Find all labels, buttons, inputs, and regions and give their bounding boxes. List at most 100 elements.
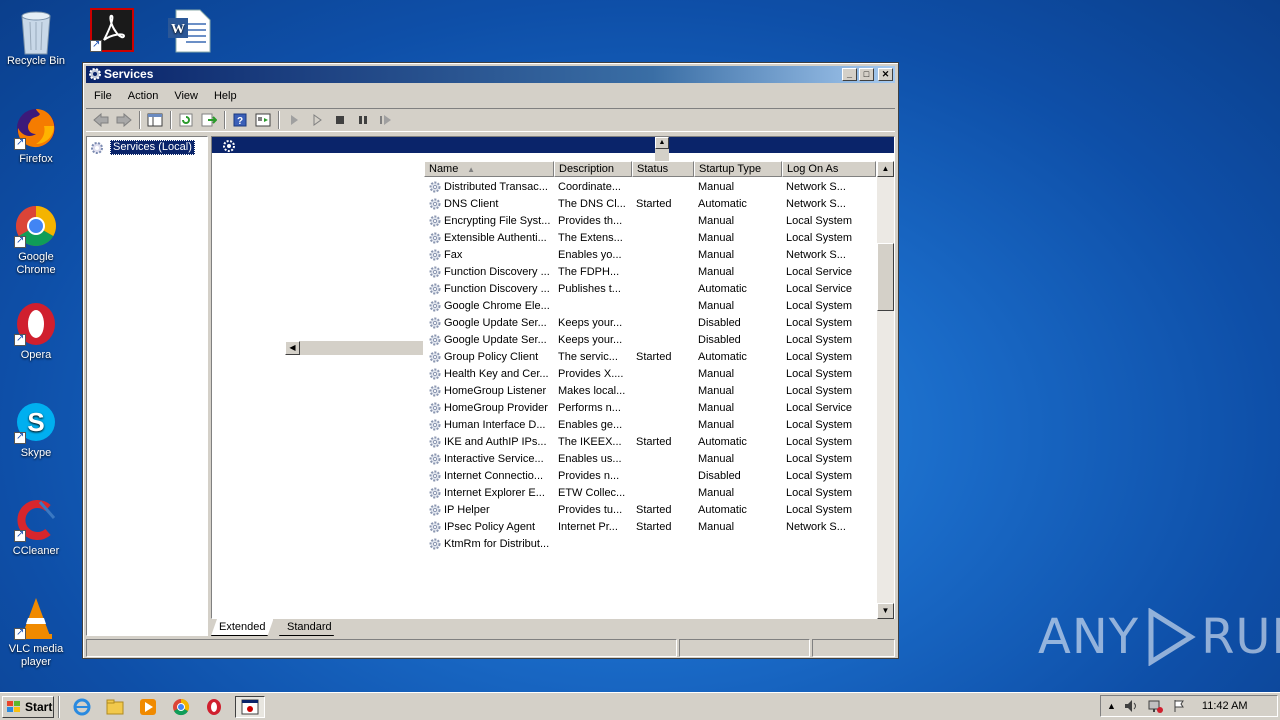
help-button[interactable]: ? [229, 110, 251, 130]
table-row[interactable]: Health Key and Cer... Provides X.... Manua… [424, 365, 876, 382]
cell-name: IPsec Policy Agent [424, 520, 554, 534]
window-titlebar[interactable]: Services _ □ ✕ [86, 66, 895, 83]
table-row[interactable]: IKE and AuthIP IPs... The IKEEX... Started… [424, 433, 876, 450]
console-tree: Services (Local) [86, 136, 208, 636]
start-service-button[interactable] [283, 110, 305, 130]
taskbar-button-services[interactable] [235, 695, 265, 718]
cell-logon: Network S... [782, 249, 876, 261]
table-row[interactable]: Internet Connectio... Provides n... Disabl… [424, 467, 876, 484]
desktop-icon-chrome[interactable]: Google Chrome [0, 204, 72, 277]
scroll-up-arrow-icon[interactable]: ▲ [655, 137, 669, 149]
split-scroll[interactable]: ▲ [655, 137, 669, 161]
column-header-startup-type[interactable]: Startup Type [694, 161, 782, 177]
table-row[interactable]: Group Policy Client The servic... Started A… [424, 348, 876, 365]
table-row[interactable]: HomeGroup Listener Makes local... Manual Lo… [424, 382, 876, 399]
cell-text: Provides tu... [558, 503, 623, 516]
quicklaunch-chrome[interactable] [169, 696, 193, 718]
desktop-icon-word-doc[interactable]: W [152, 8, 224, 55]
restart-service-button[interactable] [375, 110, 397, 130]
menu-help[interactable]: Help [206, 90, 245, 102]
table-row[interactable]: Encrypting File Syst... Provides th... Man… [424, 212, 876, 229]
refresh-button[interactable] [175, 110, 197, 130]
volume-icon[interactable] [1124, 699, 1140, 713]
stop-service-button[interactable] [329, 110, 351, 130]
cell-startup: Manual [694, 487, 782, 499]
tree-item-services-local[interactable]: Services (Local) [90, 140, 195, 155]
show-hide-tree-button[interactable] [144, 110, 166, 130]
cell-text: Keeps your... [558, 316, 623, 329]
toolbar-separator [224, 111, 226, 129]
table-row[interactable]: Function Discovery ... The FDPH... Manual L… [424, 263, 876, 280]
column-header-status[interactable]: Status [632, 161, 694, 177]
scroll-left-arrow-icon[interactable]: ◀ [285, 341, 300, 355]
opera-icon [14, 302, 58, 346]
forward-button[interactable] [113, 110, 135, 130]
cell-startup: Manual [694, 266, 782, 278]
table-row[interactable]: Distributed Transac... Coordinate... Manua… [424, 178, 876, 195]
column-header-name[interactable]: Name ▲ [424, 161, 554, 177]
cell-status: Started [632, 351, 694, 363]
quicklaunch-media-player[interactable] [136, 696, 160, 718]
maximize-button[interactable]: □ [859, 68, 874, 81]
menu-view[interactable]: View [166, 90, 206, 102]
table-row[interactable]: Human Interface D... Enables ge... Manual L… [424, 416, 876, 433]
opera-icon [207, 698, 221, 715]
network-icon[interactable] [1148, 699, 1164, 713]
start-button[interactable]: Start [2, 695, 54, 718]
quicklaunch-ie[interactable] [70, 696, 94, 718]
table-row[interactable]: Fax Enables yo... Manual Network S... [424, 246, 876, 263]
scroll-down-arrow-icon[interactable]: ▼ [877, 603, 894, 619]
column-header-description[interactable]: Description [554, 161, 632, 177]
table-row[interactable]: HomeGroup Provider Performs n... Manual Loc… [424, 399, 876, 416]
cell-name: IKE and AuthIP IPs... [424, 435, 554, 449]
list-vscrollbar[interactable]: ▲ ▼ [877, 161, 894, 619]
stop-icon [336, 116, 344, 124]
quicklaunch-explorer[interactable] [103, 696, 127, 718]
desktop-icon-firefox[interactable]: Firefox [0, 106, 72, 166]
play-outline-icon [313, 114, 322, 126]
desktop-icon-recycle-bin[interactable]: Recycle Bin [0, 8, 72, 68]
quicklaunch-opera[interactable] [202, 696, 226, 718]
table-row[interactable]: IPsec Policy Agent Internet Pr... Started M… [424, 518, 876, 535]
table-row[interactable]: Google Update Ser... Keeps your... Disable… [424, 331, 876, 348]
table-row[interactable]: KtmRm for Distribut... [424, 535, 876, 552]
table-row[interactable]: DNS Client The DNS Cl... Started Automatic N… [424, 195, 876, 212]
table-row[interactable]: IP Helper Provides tu... Started Automatic L… [424, 501, 876, 518]
tab-extended[interactable]: Extended [211, 619, 273, 636]
word-doc-icon: W [166, 8, 211, 53]
scroll-thumb[interactable] [877, 243, 894, 311]
table-row[interactable]: Interactive Service... Enables us... Manua… [424, 450, 876, 467]
table-row[interactable]: Extensible Authenti... The Extens... Manua… [424, 229, 876, 246]
cell-description: Provides n... [554, 470, 632, 482]
table-row[interactable]: Google Chrome Ele... Manual Local System [424, 297, 876, 314]
cell-text: Automatic [698, 350, 747, 363]
export-list-button[interactable] [198, 110, 220, 130]
pause-service-button[interactable] [352, 110, 374, 130]
table-row[interactable]: Function Discovery ... Publishes t... Auto… [424, 280, 876, 297]
desktop-icon-opera[interactable]: Opera [0, 302, 72, 362]
desktop-icon-skype[interactable]: S Skype [0, 400, 72, 460]
description-hscrollbar[interactable]: ◀ [284, 340, 424, 356]
desktop-icon-acrobat[interactable] [76, 8, 148, 55]
minimize-button[interactable]: _ [842, 68, 857, 81]
sort-ascending-icon: ▲ [467, 165, 475, 174]
column-header-logon-as[interactable]: Log On As [782, 161, 876, 177]
menu-action[interactable]: Action [120, 90, 167, 102]
desktop-icon-ccleaner[interactable]: CCleaner [0, 498, 72, 558]
tray-expand-icon[interactable]: ▲ [1107, 701, 1116, 711]
clock[interactable]: 11:42 AM [1202, 700, 1248, 712]
menu-file[interactable]: File [86, 90, 120, 102]
table-row[interactable]: Internet Explorer E... ETW Collec... Manua… [424, 484, 876, 501]
scroll-up-arrow-icon[interactable]: ▲ [877, 161, 894, 177]
properties-button[interactable] [252, 110, 274, 130]
tab-standard[interactable]: Standard [279, 619, 340, 636]
table-row[interactable]: Google Update Ser... Keeps your... Disable… [424, 314, 876, 331]
start-service-alt-button[interactable] [306, 110, 328, 130]
desktop-icon-vlc[interactable]: VLC media player [0, 596, 72, 669]
back-button[interactable] [90, 110, 112, 130]
cell-logon: Network S... [782, 521, 876, 533]
close-button[interactable]: ✕ [878, 68, 893, 81]
action-center-flag-icon[interactable] [1172, 699, 1186, 713]
cell-text: The DNS Cl... [558, 197, 626, 210]
cell-text: Automatic [698, 197, 747, 210]
